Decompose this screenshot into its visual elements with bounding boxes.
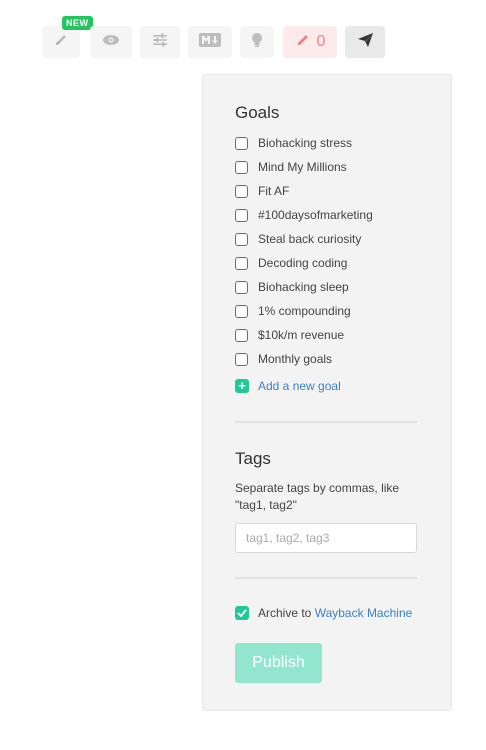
goal-label: Steal back curiosity <box>258 232 362 246</box>
goal-checkbox[interactable] <box>235 232 248 246</box>
markdown-button[interactable] <box>188 26 232 58</box>
tags-help-text: Separate tags by commas, like "tag1, tag… <box>235 481 400 512</box>
new-badge: NEW <box>62 16 93 30</box>
edits-button[interactable]: 0 <box>283 26 337 58</box>
paper-plane-icon <box>357 32 374 53</box>
goal-item[interactable]: Fit AF <box>235 183 289 199</box>
wayback-machine-link[interactable]: Wayback Machine <box>315 606 413 620</box>
divider <box>235 421 417 423</box>
checkmark-icon <box>237 609 247 617</box>
goal-item[interactable]: Decoding coding <box>235 255 347 271</box>
goal-checkbox[interactable] <box>235 304 248 318</box>
goal-checkbox[interactable] <box>235 256 248 270</box>
goal-label: Decoding coding <box>258 256 348 270</box>
goal-checkbox[interactable] <box>235 136 248 150</box>
goal-item[interactable]: #100daysofmarketing <box>235 207 373 223</box>
goal-label: Biohacking stress <box>258 136 353 150</box>
pencil-icon <box>295 32 311 53</box>
tags-title: Tags <box>235 449 271 468</box>
goal-label: Fit AF <box>258 184 290 198</box>
goal-checkbox[interactable] <box>235 280 248 294</box>
markdown-icon <box>199 32 221 52</box>
publish-button[interactable]: Publish <box>235 643 322 683</box>
archive-option[interactable]: Archive to Wayback Machine <box>235 606 412 620</box>
write-button[interactable] <box>42 26 80 58</box>
sliders-icon <box>152 33 168 52</box>
goal-item[interactable]: $10k/m revenue <box>235 327 344 343</box>
plus-icon: + <box>235 379 249 393</box>
goal-label: Monthly goals <box>258 352 333 366</box>
goal-item[interactable]: 1% compounding <box>235 303 351 319</box>
goal-checkbox[interactable] <box>235 184 248 198</box>
goal-item[interactable]: Biohacking sleep <box>235 279 349 295</box>
goal-checkbox[interactable] <box>235 208 248 222</box>
goal-checkbox[interactable] <box>235 328 248 342</box>
lightbulb-icon <box>251 32 263 53</box>
goal-label: Mind My Millions <box>258 160 347 174</box>
goal-label: Biohacking sleep <box>258 280 349 294</box>
preview-button[interactable] <box>90 26 132 58</box>
goal-label: #100daysofmarketing <box>258 208 373 222</box>
goal-item[interactable]: Monthly goals <box>235 351 332 367</box>
settings-button[interactable] <box>140 26 180 58</box>
edit-count: 0 <box>316 33 326 50</box>
goal-checkbox[interactable] <box>235 160 248 174</box>
goals-title: Goals <box>235 103 280 122</box>
add-goal-link[interactable]: + Add a new goal <box>235 379 341 393</box>
publish-toggle-button[interactable] <box>345 26 385 58</box>
archive-checkbox[interactable] <box>235 606 249 620</box>
archive-label: Archive to <box>258 606 315 620</box>
goal-item[interactable]: Steal back curiosity <box>235 231 361 247</box>
goal-label: 1% compounding <box>258 304 351 318</box>
goal-item[interactable]: Biohacking stress <box>235 135 352 151</box>
eye-icon <box>102 33 120 51</box>
goal-checkbox[interactable] <box>235 352 248 366</box>
tags-input[interactable] <box>235 523 417 553</box>
goal-item[interactable]: Mind My Millions <box>235 159 347 175</box>
divider <box>235 577 417 579</box>
add-goal-label: Add a new goal <box>258 379 341 393</box>
publish-panel: Goals Biohacking stress Mind My Millions… <box>202 74 452 711</box>
ideas-button[interactable] <box>240 26 274 58</box>
pencil-icon <box>53 32 69 53</box>
goal-label: $10k/m revenue <box>258 328 345 342</box>
